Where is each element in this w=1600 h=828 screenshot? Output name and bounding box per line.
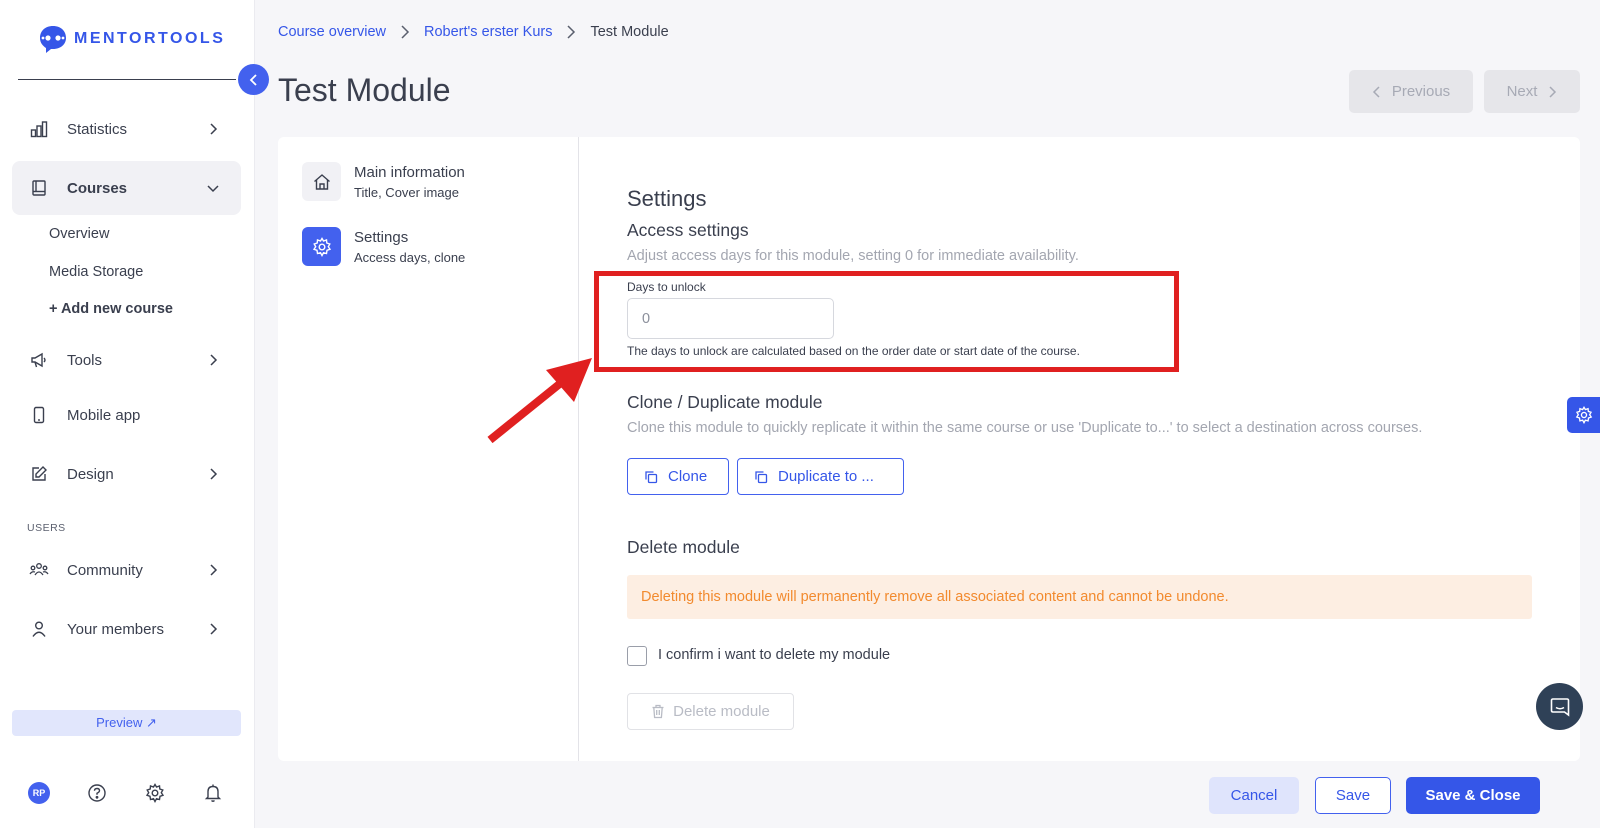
chevron-right-icon — [400, 25, 410, 39]
gear-icon — [302, 227, 341, 266]
sidebar-item-label: Design — [67, 465, 114, 483]
copy-icon — [645, 470, 658, 483]
chevron-right-icon — [210, 123, 218, 135]
save-button[interactable]: Save — [1315, 777, 1391, 814]
breadcrumb: Course overview Robert's erster Kurs Tes… — [278, 24, 669, 40]
preview-button[interactable]: Preview ↗ — [12, 710, 241, 736]
cancel-button[interactable]: Cancel — [1209, 777, 1299, 814]
sidebar-item-tools[interactable]: Tools — [12, 333, 241, 387]
logo-text: MENTORTOOLS — [74, 30, 226, 47]
previous-button[interactable]: Previous — [1349, 70, 1473, 113]
delete-module-button[interactable]: Delete module — [627, 693, 794, 730]
delete-warning: Deleting this module will permanently re… — [627, 575, 1532, 619]
book-icon — [28, 177, 50, 199]
sidebar-item-design[interactable]: Design — [12, 447, 241, 501]
access-settings-description: Adjust access days for this module, sett… — [627, 248, 1079, 264]
phone-icon — [28, 404, 50, 426]
section-label-users: USERS — [27, 522, 66, 534]
sidebar-divider — [18, 79, 236, 80]
next-label: Next — [1506, 83, 1538, 100]
chevron-right-icon — [210, 354, 218, 366]
sidebar-item-statistics[interactable]: Statistics — [12, 102, 241, 156]
sidebar-item-label: Community — [67, 561, 143, 579]
breadcrumb-course-overview[interactable]: Course overview — [278, 24, 386, 40]
red-arrow-annotation — [487, 358, 592, 444]
chevron-right-icon — [566, 25, 576, 39]
bar-chart-icon — [28, 118, 50, 140]
chat-icon — [1550, 697, 1569, 717]
sidebar-item-label: Tools — [67, 351, 103, 369]
gear-icon — [1575, 406, 1592, 424]
home-icon — [302, 162, 341, 201]
clone-label: Clone — [668, 468, 708, 485]
sidebar-sub-overview[interactable]: Overview — [49, 226, 109, 242]
chevron-right-icon — [210, 468, 218, 480]
chevron-down-icon — [207, 185, 219, 193]
sidebar-item-community[interactable]: Community — [12, 543, 241, 597]
clone-heading: Clone / Duplicate module — [627, 392, 823, 412]
sidebar-item-your-members[interactable]: Your members — [12, 602, 241, 656]
user-icon — [28, 618, 50, 640]
chat-launcher-button[interactable] — [1536, 683, 1583, 730]
logo-mark-icon — [40, 26, 66, 53]
confirm-delete-label[interactable]: I confirm i want to delete my module — [658, 647, 890, 663]
logo[interactable]: MENTORTOOLS — [38, 24, 225, 54]
breadcrumb-course[interactable]: Robert's erster Kurs — [424, 24, 552, 40]
delete-module-heading: Delete module — [627, 537, 740, 557]
step-subtitle: Title, Cover image — [354, 185, 459, 200]
previous-label: Previous — [1391, 83, 1451, 100]
chevron-right-icon — [1549, 85, 1557, 98]
copy-icon — [755, 470, 768, 483]
sidebar-item-mobile-app[interactable]: Mobile app — [12, 388, 241, 442]
pencil-icon — [28, 463, 50, 485]
step-settings[interactable]: Settings Access days, clone — [302, 227, 465, 266]
confirm-delete-checkbox[interactable] — [627, 646, 647, 666]
duplicate-to-label: Duplicate to ... — [778, 468, 874, 485]
trash-icon — [652, 704, 664, 719]
people-icon — [28, 559, 50, 581]
bell-icon[interactable] — [202, 782, 224, 804]
gear-icon[interactable] — [144, 782, 166, 804]
next-button[interactable]: Next — [1484, 70, 1580, 113]
breadcrumb-current: Test Module — [590, 24, 669, 40]
clone-button[interactable]: Clone — [627, 458, 729, 495]
clone-description: Clone this module to quickly replicate i… — [627, 420, 1423, 436]
module-editor-card — [278, 137, 1580, 761]
duplicate-to-button[interactable]: Duplicate to ... — [737, 458, 904, 495]
sidebar-item-label: Courses — [67, 179, 128, 197]
save-and-close-button[interactable]: Save & Close — [1406, 777, 1540, 814]
sidebar-item-label: Statistics — [67, 120, 128, 138]
floating-settings-button[interactable] — [1567, 397, 1600, 433]
collapse-sidebar-button[interactable] — [238, 64, 269, 95]
delete-module-label: Delete module — [673, 703, 770, 720]
sidebar-sub-media-storage[interactable]: Media Storage — [49, 264, 143, 280]
step-title: Main information — [354, 164, 465, 181]
page-title: Test Module — [278, 72, 451, 108]
chevron-right-icon — [210, 623, 218, 635]
card-divider — [578, 137, 579, 761]
avatar[interactable]: RP — [28, 782, 50, 804]
chevron-right-icon — [210, 564, 218, 576]
highlight-box — [594, 271, 1179, 372]
chevron-left-icon — [249, 73, 257, 86]
step-title: Settings — [354, 229, 409, 246]
help-icon[interactable] — [86, 782, 108, 804]
access-settings-heading: Access settings — [627, 220, 749, 240]
chevron-left-icon — [1372, 85, 1380, 98]
step-main-information[interactable]: Main information Title, Cover image — [302, 162, 465, 201]
sidebar-item-courses[interactable]: Courses — [12, 161, 241, 215]
sidebar-item-label: Your members — [67, 620, 164, 638]
settings-heading: Settings — [627, 186, 707, 211]
sidebar-sub-add-course[interactable]: + Add new course — [49, 301, 173, 317]
sidebar: MENTORTOOLS Statistics Courses Overview … — [0, 0, 255, 828]
step-subtitle: Access days, clone — [354, 250, 466, 265]
megaphone-icon — [28, 349, 50, 371]
sidebar-bottom-bar: RP — [28, 782, 224, 804]
sidebar-item-label: Mobile app — [67, 406, 141, 424]
